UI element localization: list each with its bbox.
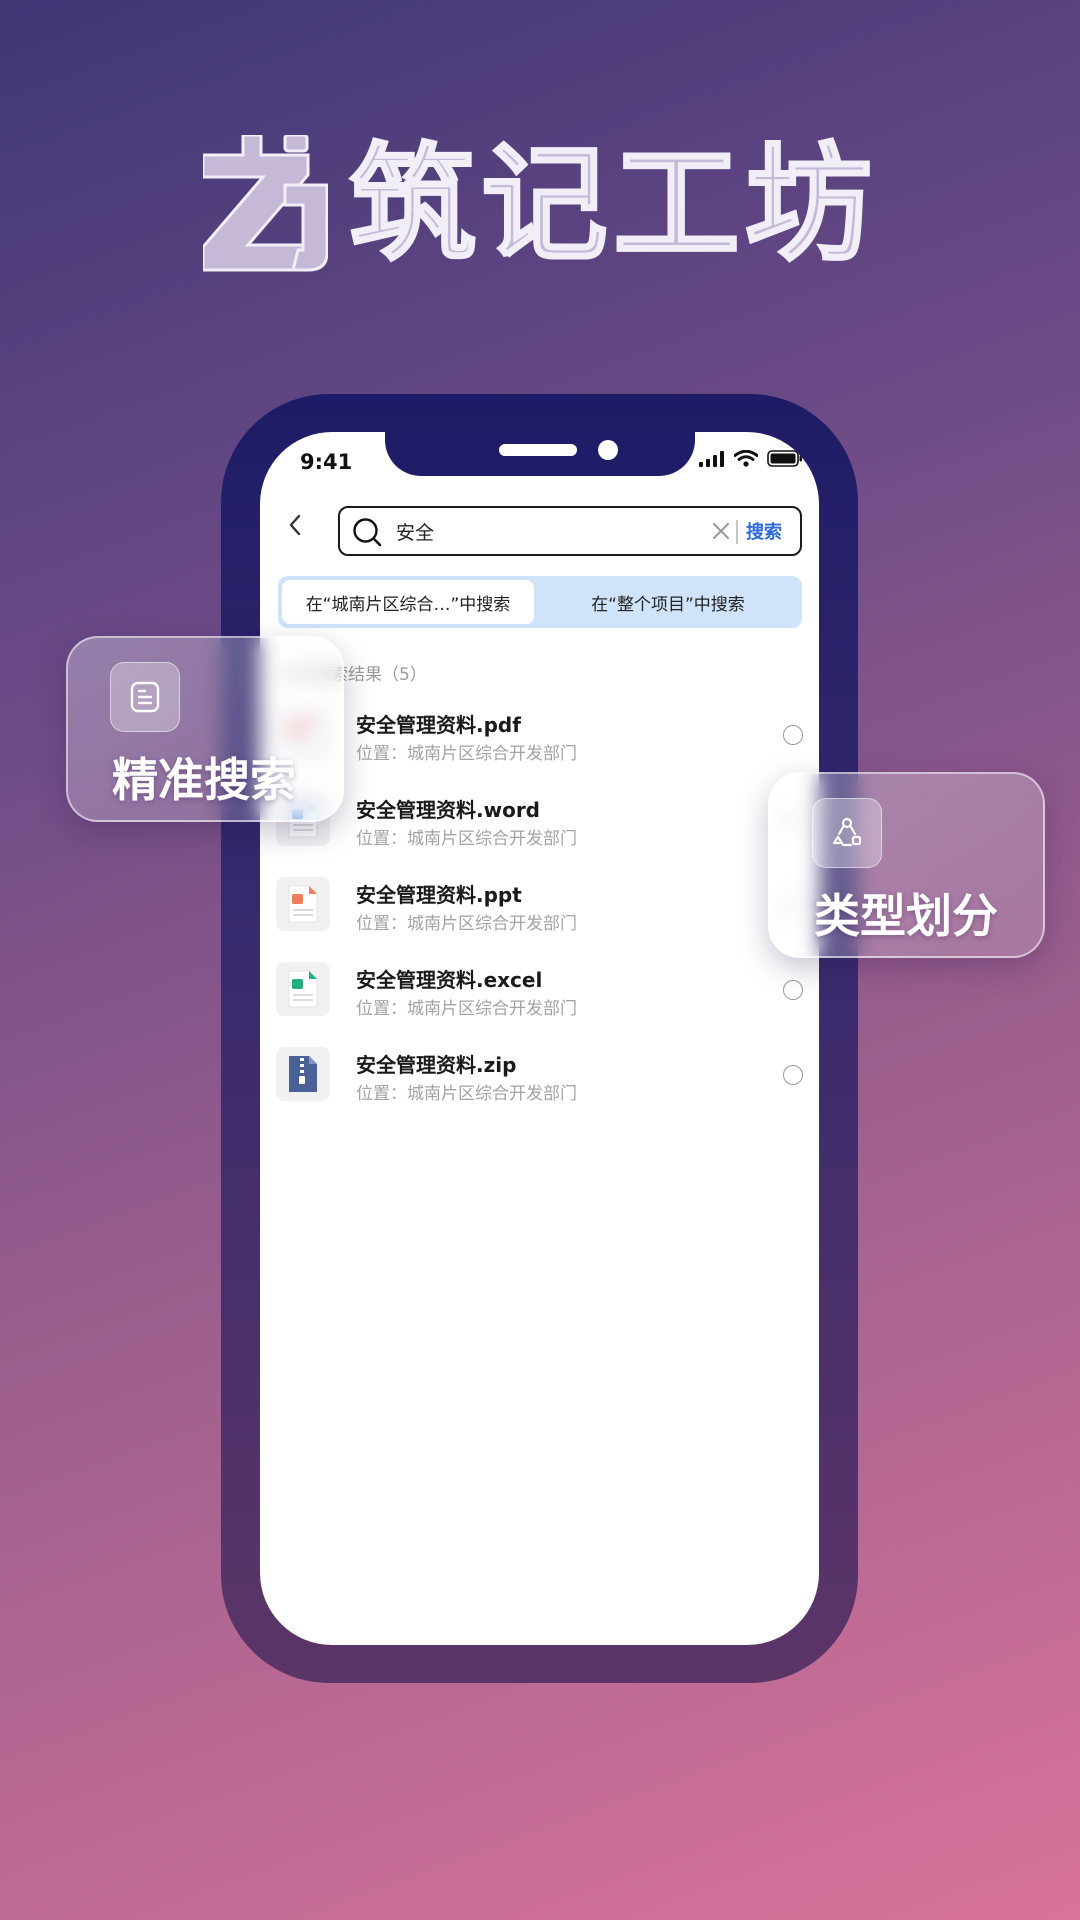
- file-name: 安全管理资料.zip: [356, 1053, 517, 1077]
- file-location: 位置：城南片区综合开发部门: [356, 914, 577, 934]
- search-input[interactable]: [396, 516, 696, 546]
- file-location: 位置：城南片区综合开发部门: [356, 1084, 577, 1104]
- tab-whole-project[interactable]: 在“整个项目”中搜索: [538, 580, 798, 624]
- card-icon-box: [110, 662, 180, 732]
- file-name: 安全管理资料.excel: [356, 968, 543, 992]
- tab-current-folder[interactable]: 在“城南片区综合…”中搜索: [282, 580, 534, 624]
- file-thumb: [276, 877, 330, 931]
- brand-header: 筑记工坊: [0, 130, 1080, 280]
- search-icon: [353, 518, 382, 547]
- file-location: 位置：城南片区综合开发部门: [356, 999, 577, 1019]
- list-item[interactable]: 安全管理资料.word 位置：城南片区综合开发部门: [260, 792, 819, 877]
- excel-file-icon: [288, 970, 318, 1008]
- search-divider: [736, 520, 738, 544]
- file-location: 位置：城南片区综合开发部门: [356, 744, 577, 764]
- search-scope-tabs: 在“城南片区综合…”中搜索 在“整个项目”中搜索: [278, 576, 802, 628]
- feature-card-type-division: 类型划分: [768, 772, 1045, 958]
- card-icon-box: [812, 798, 882, 868]
- status-icons: [699, 450, 803, 467]
- clear-icon[interactable]: [710, 520, 732, 542]
- back-button[interactable]: [280, 510, 310, 540]
- file-location: 位置：城南片区综合开发部门: [356, 829, 577, 849]
- card-label: 类型划分: [814, 889, 998, 943]
- list-item[interactable]: 安全管理资料.excel 位置：城南片区综合开发部门: [260, 962, 819, 1047]
- camera-icon: [598, 440, 618, 460]
- feature-card-precise-search: 精准搜索: [66, 636, 344, 822]
- list-item[interactable]: 安全管理资料.ppt 位置：城南片区综合开发部门: [260, 877, 819, 962]
- brand-logo-icon: [202, 135, 328, 272]
- file-thumb: [276, 962, 330, 1016]
- file-thumb: [276, 1047, 330, 1101]
- file-name: 安全管理资料.pdf: [356, 713, 521, 737]
- brand-title: 筑记工坊: [348, 131, 878, 278]
- status-time: 9:41: [300, 450, 353, 474]
- phone-frame: 9:41 安全 搜索 在“城南片区综合…”中搜索 在“整个项目”中搜索 文件搜索…: [221, 394, 858, 1683]
- select-radio[interactable]: [783, 725, 803, 745]
- file-name: 安全管理资料.ppt: [356, 883, 522, 907]
- select-radio[interactable]: [783, 1065, 803, 1085]
- document-list-icon: [130, 681, 160, 713]
- chevron-left-icon: [289, 514, 301, 536]
- category-nodes-icon: [832, 817, 862, 847]
- file-name: 安全管理资料.word: [356, 798, 540, 822]
- ppt-file-icon: [288, 885, 318, 923]
- phone-screen: 9:41 安全 搜索 在“城南片区综合…”中搜索 在“整个项目”中搜索 文件搜索…: [260, 432, 819, 1645]
- speaker-icon: [499, 444, 577, 456]
- search-button[interactable]: 搜索: [746, 518, 782, 544]
- signal-icon: [699, 450, 724, 467]
- select-radio[interactable]: [783, 980, 803, 1000]
- zip-file-icon: [289, 1056, 317, 1092]
- card-label: 精准搜索: [112, 753, 296, 807]
- wifi-icon: [734, 450, 758, 467]
- search-box[interactable]: 搜索: [338, 506, 802, 556]
- list-item[interactable]: 安全管理资料.zip 位置：城南片区综合开发部门: [260, 1047, 819, 1132]
- battery-icon: [767, 450, 802, 467]
